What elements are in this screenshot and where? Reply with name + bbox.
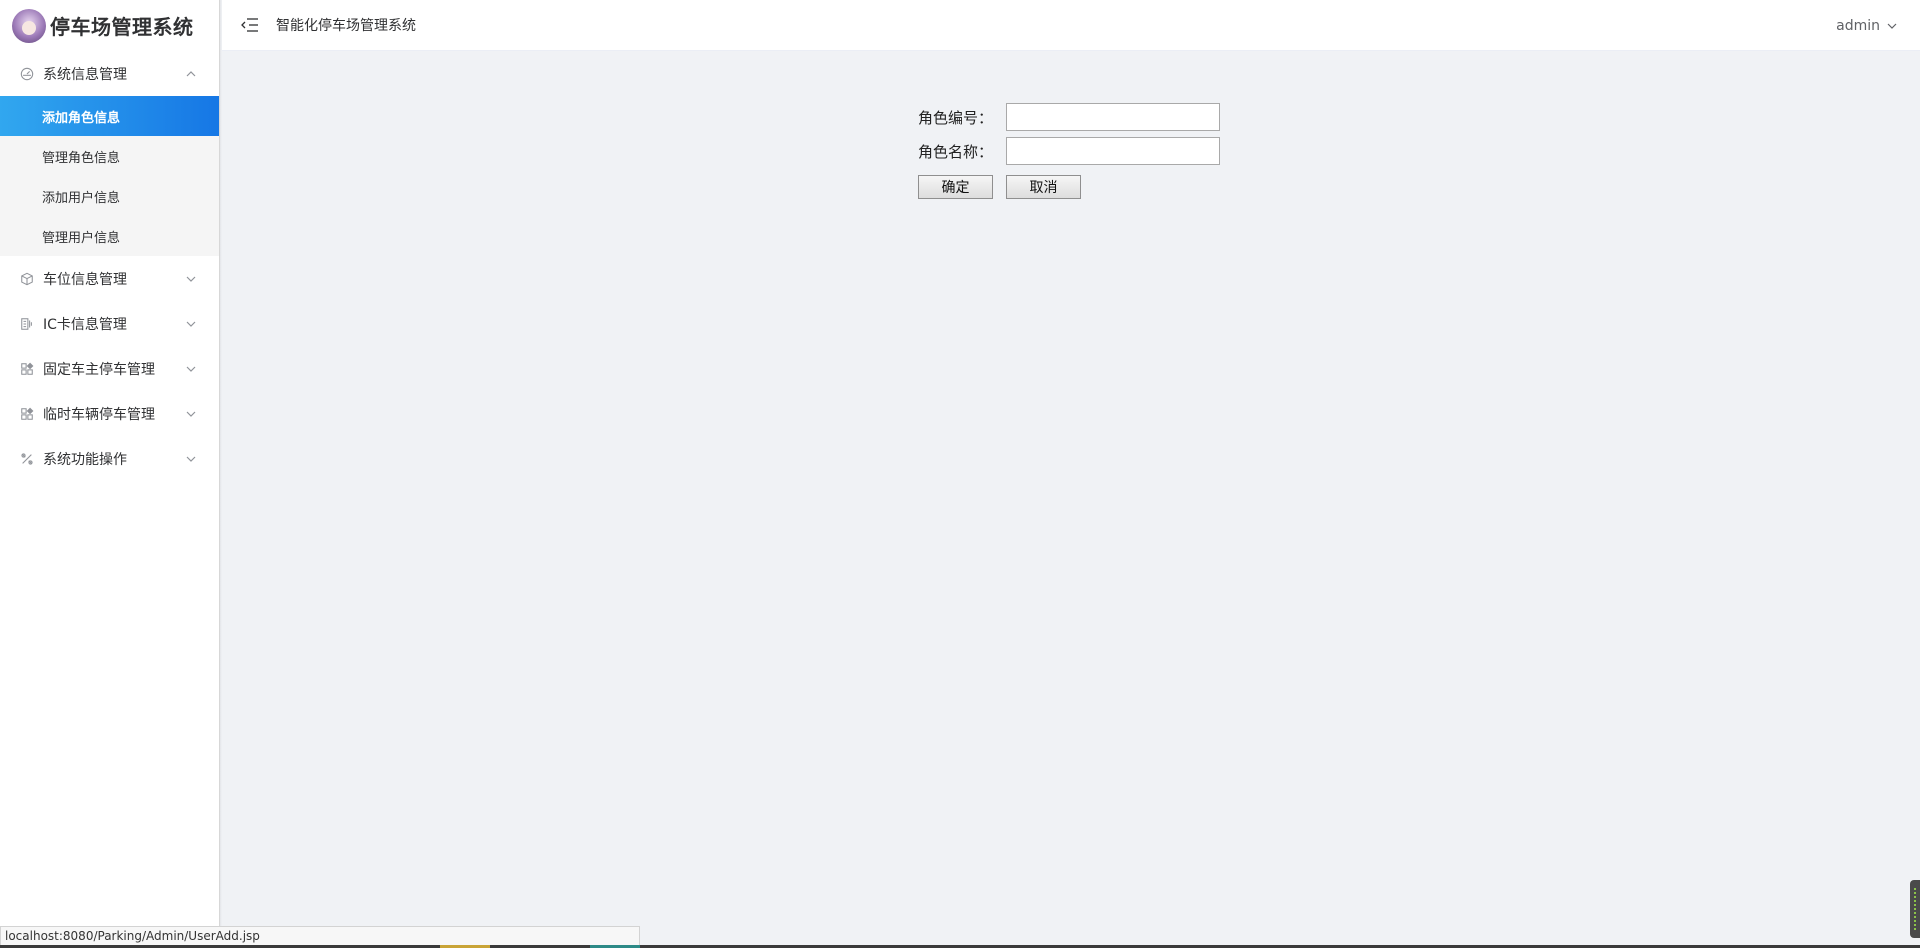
menu-group-label: 车位信息管理 (43, 271, 127, 288)
role-name-input[interactable] (1006, 137, 1220, 165)
header-title: 智能化停车场管理系统 (276, 18, 416, 34)
menu-group-label: 临时车辆停车管理 (43, 406, 155, 423)
menu-group-system-operations[interactable]: 系统功能操作 (0, 436, 219, 481)
cancel-button[interactable]: 取消 (1006, 175, 1081, 199)
chevron-down-icon (186, 366, 196, 372)
top-header: 智能化停车场管理系统 admin (222, 0, 1920, 51)
menu-group-parking-space[interactable]: 车位信息管理 (0, 256, 219, 301)
role-id-label: 角色编号： (918, 108, 994, 127)
submenu-item-add-role[interactable]: 添加角色信息 (0, 96, 219, 136)
menu-group-label: 系统信息管理 (43, 66, 127, 83)
side-widget-handle[interactable] (1910, 880, 1920, 938)
user-menu[interactable]: admin (1836, 0, 1898, 51)
form-buttons: 确定 取消 (918, 175, 1220, 199)
confirm-button[interactable]: 确定 (918, 175, 993, 199)
cube-icon (20, 272, 34, 286)
logo[interactable]: 停车场管理系统 (0, 0, 219, 51)
submenu-item-manage-user[interactable]: 管理用户信息 (0, 216, 219, 256)
card-icon (20, 317, 34, 331)
menu-group-label: 系统功能操作 (43, 451, 127, 468)
dashboard-icon (20, 67, 34, 81)
role-name-label: 角色名称： (918, 142, 994, 161)
sidebar: 停车场管理系统 系统信息管理 添加角色信息 管理角色信息 添加用户信息 管理用户… (0, 0, 222, 948)
chevron-down-icon (186, 276, 196, 282)
chevron-down-icon (186, 321, 196, 327)
tools-icon (20, 452, 34, 466)
submenu-system-info: 添加角色信息 管理角色信息 添加用户信息 管理用户信息 (0, 96, 219, 256)
form-row-role-name: 角色名称： (918, 137, 1220, 165)
chevron-down-icon (1887, 23, 1897, 29)
menu-group-ic-card[interactable]: IC卡信息管理 (0, 301, 219, 346)
form-row-role-id: 角色编号： (918, 103, 1220, 131)
grid-icon (20, 362, 34, 376)
menu-group-system-info[interactable]: 系统信息管理 (0, 51, 219, 96)
add-role-form: 角色编号： 角色名称： 确定 取消 (918, 103, 1220, 199)
browser-status-url: localhost:8080/Parking/Admin/UserAdd.jsp (0, 926, 640, 946)
submenu-item-add-user[interactable]: 添加用户信息 (0, 176, 219, 216)
menu-group-temp-vehicle-parking[interactable]: 临时车辆停车管理 (0, 391, 219, 436)
chevron-down-icon (186, 456, 196, 462)
logo-avatar (12, 8, 46, 43)
sidebar-menu: 系统信息管理 添加角色信息 管理角色信息 添加用户信息 管理用户信息 车位信息管… (0, 51, 219, 481)
submenu-item-manage-role[interactable]: 管理角色信息 (0, 136, 219, 176)
menu-group-fixed-owner-parking[interactable]: 固定车主停车管理 (0, 346, 219, 391)
chevron-down-icon (186, 411, 196, 417)
username: admin (1836, 17, 1880, 34)
menu-group-label: IC卡信息管理 (43, 316, 127, 333)
logo-title: 停车场管理系统 (50, 15, 194, 39)
menu-group-label: 固定车主停车管理 (43, 361, 155, 378)
chevron-up-icon (186, 70, 196, 76)
menu-collapse-icon[interactable] (241, 17, 259, 33)
role-id-input[interactable] (1006, 103, 1220, 131)
grid-icon (20, 407, 34, 421)
